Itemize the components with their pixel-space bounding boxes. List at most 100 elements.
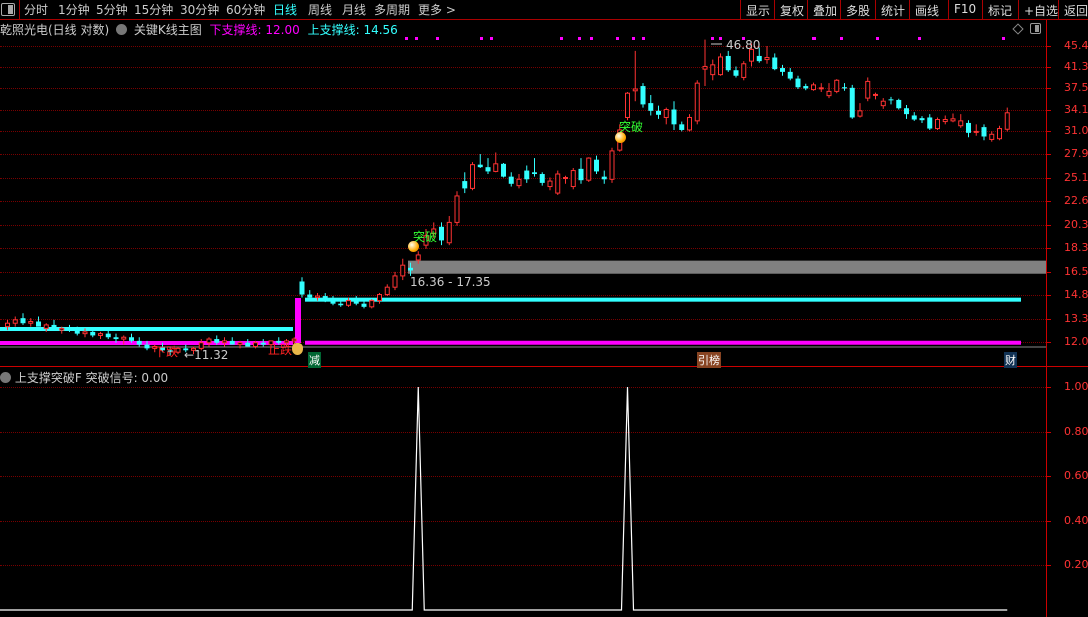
indicator-title[interactable]: 上支撑突破F bbox=[15, 371, 82, 385]
price-tick-label: 41.35 bbox=[1064, 60, 1088, 74]
price-tick-label: 22.65 bbox=[1064, 194, 1088, 208]
candle-body bbox=[229, 340, 235, 345]
signal-tick-label: 0.40 bbox=[1064, 513, 1088, 527]
breakout-ball-icon bbox=[615, 132, 626, 143]
low-price-label: ←11.32 bbox=[184, 348, 229, 362]
candle-body bbox=[121, 336, 127, 340]
candle-body bbox=[214, 339, 220, 343]
candle-body bbox=[353, 300, 359, 304]
candle-body bbox=[919, 118, 925, 121]
toolbar-button-9[interactable]: 返回 bbox=[1058, 0, 1088, 20]
candle-body bbox=[470, 164, 475, 189]
candle-body bbox=[725, 55, 731, 71]
signal-tick-label: 0.20 bbox=[1064, 558, 1088, 572]
candle-body bbox=[873, 93, 878, 96]
signal-dot bbox=[560, 37, 563, 40]
badge-list[interactable]: 引榜 bbox=[697, 352, 721, 368]
price-tick-label: 13.37 bbox=[1064, 311, 1088, 325]
candle-body bbox=[547, 180, 553, 188]
price-tick-label: 25.17 bbox=[1064, 170, 1088, 184]
support-jump-bar bbox=[295, 298, 301, 343]
tick-mark bbox=[1046, 109, 1051, 111]
candle-body bbox=[741, 63, 747, 78]
badge-finance[interactable]: 财 bbox=[1004, 352, 1017, 368]
candle-body bbox=[671, 109, 677, 125]
candle-body bbox=[516, 178, 522, 187]
candle-body bbox=[958, 120, 964, 127]
tick-mark bbox=[1046, 431, 1051, 433]
signal-dot bbox=[876, 37, 879, 40]
candle-body bbox=[260, 342, 266, 345]
tick-mark bbox=[1046, 342, 1051, 343]
tick-mark bbox=[1046, 565, 1051, 567]
signal-dot bbox=[840, 37, 843, 40]
candle-body bbox=[36, 321, 41, 327]
price-tick-label: 45.49 bbox=[1064, 39, 1088, 52]
candle-body bbox=[105, 333, 111, 338]
signal-dot bbox=[642, 37, 645, 40]
candle-body bbox=[400, 264, 406, 277]
candle-body bbox=[973, 130, 979, 133]
candle-body bbox=[384, 286, 390, 296]
tick-mark bbox=[1046, 387, 1051, 388]
support-zone bbox=[408, 260, 1046, 274]
candle-body bbox=[508, 176, 514, 184]
price-tick-label: 16.51 bbox=[1064, 264, 1088, 278]
candle-body bbox=[12, 319, 18, 324]
signal-dot bbox=[578, 37, 581, 40]
breakout-signal-line bbox=[0, 386, 1008, 611]
candle-body bbox=[578, 168, 584, 181]
candle-body bbox=[307, 294, 313, 298]
candle-body bbox=[20, 318, 26, 324]
candle-body bbox=[935, 119, 940, 130]
candle-body bbox=[369, 300, 375, 308]
price-tick-label: 14.86 bbox=[1064, 288, 1088, 302]
signal-value: 突破信号: 0.00 bbox=[85, 371, 169, 385]
tick-mark bbox=[1046, 318, 1051, 320]
candle-body bbox=[82, 331, 88, 335]
zone-label: 16.36 - 17.35 bbox=[410, 275, 491, 289]
candle-body bbox=[563, 177, 568, 180]
candle-body bbox=[950, 118, 956, 122]
candle-body bbox=[439, 226, 444, 241]
signal-dot bbox=[490, 37, 493, 40]
candle-body bbox=[245, 342, 251, 347]
candlestick-chart bbox=[0, 37, 1046, 611]
high-price-label: 46.80 bbox=[726, 38, 761, 52]
candle-body bbox=[485, 167, 491, 172]
money-bag-icon bbox=[292, 343, 303, 355]
tick-mark bbox=[1046, 248, 1051, 250]
price-tick-label: 12.04 bbox=[1064, 335, 1088, 348]
candle-body bbox=[927, 117, 933, 129]
candle-body bbox=[865, 80, 871, 99]
candle-body bbox=[656, 110, 661, 115]
candle-body bbox=[90, 331, 96, 336]
candle-body bbox=[632, 88, 638, 92]
candle-body bbox=[795, 78, 801, 88]
candle-body bbox=[291, 338, 297, 342]
candle-body bbox=[446, 221, 452, 244]
badge-reduce[interactable]: 减 bbox=[308, 352, 321, 368]
candle-body bbox=[687, 116, 692, 131]
price-tick-label: 34.18 bbox=[1064, 102, 1088, 116]
candle-body bbox=[989, 133, 995, 140]
candle-body bbox=[237, 342, 243, 346]
tick-mark bbox=[1046, 295, 1051, 297]
indicator-dropdown-icon[interactable] bbox=[0, 372, 11, 383]
signal-dot bbox=[415, 37, 418, 40]
candle-body bbox=[524, 170, 530, 180]
signal-dot bbox=[711, 37, 714, 40]
candle-body bbox=[981, 127, 987, 137]
candle-body bbox=[322, 296, 328, 300]
candle-body bbox=[28, 321, 34, 324]
tick-mark bbox=[1046, 201, 1051, 203]
candle-body bbox=[253, 342, 258, 347]
candle-body bbox=[834, 79, 840, 92]
tick-mark bbox=[1046, 88, 1051, 90]
candle-body bbox=[849, 87, 855, 118]
tick-mark bbox=[1046, 46, 1051, 47]
candle-body bbox=[136, 340, 142, 345]
tick-mark bbox=[1046, 154, 1051, 156]
candle-body bbox=[59, 327, 65, 331]
candle-body bbox=[679, 124, 685, 130]
